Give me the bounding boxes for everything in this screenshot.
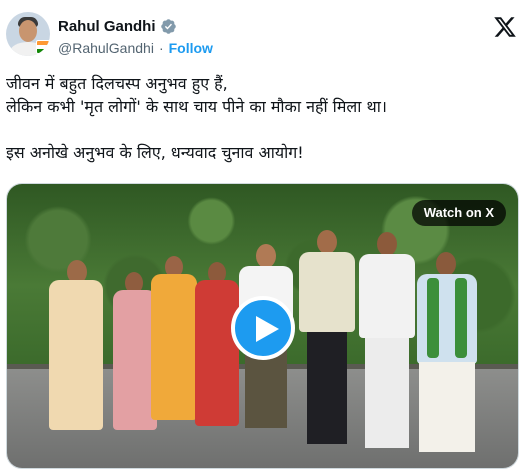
watch-on-x-button[interactable]: Watch on X: [411, 200, 506, 226]
video-person-4: [193, 262, 241, 458]
avatar-face: [19, 20, 37, 42]
video-person-8: [411, 252, 481, 462]
x-logo-icon[interactable]: [493, 15, 517, 39]
play-button[interactable]: [231, 296, 295, 360]
tweet-header: Rahul Gandhi @RahulGandhi · Follow: [6, 12, 519, 60]
play-icon: [256, 316, 279, 342]
video-person-3: [149, 256, 199, 456]
tweet-text: जीवन में बहुत दिलचस्प अनुभव हुए हैं, लेक…: [6, 72, 519, 164]
follow-button[interactable]: Follow: [169, 40, 213, 56]
video-person-7: [357, 232, 417, 458]
handle-row: @RahulGandhi · Follow: [58, 39, 213, 57]
display-name[interactable]: Rahul Gandhi: [58, 18, 156, 35]
verified-gray-icon: [160, 18, 176, 34]
profile-avatar[interactable]: [6, 12, 50, 56]
user-handle[interactable]: @RahulGandhi: [58, 40, 154, 56]
tweet-text-line-3: इस अनोखे अनुभव के लिए, धन्यवाद चुनाव आयो…: [6, 143, 304, 162]
video-player[interactable]: Watch on X: [6, 183, 519, 469]
separator-dot: ·: [158, 40, 164, 56]
tweet-text-line-2: लेकिन कभी 'मृत लोगों' के साथ चाय पीने का…: [6, 97, 387, 116]
tweet-text-line-1: जीवन में बहुत दिलचस्प अनुभव हुए हैं,: [6, 74, 228, 93]
video-person-6: [297, 230, 357, 458]
name-row: Rahul Gandhi: [58, 16, 177, 36]
tweet-card: Rahul Gandhi @RahulGandhi · Follow जीवन …: [0, 0, 525, 474]
avatar-flag-icon: [36, 40, 50, 54]
video-person-1: [45, 260, 105, 460]
